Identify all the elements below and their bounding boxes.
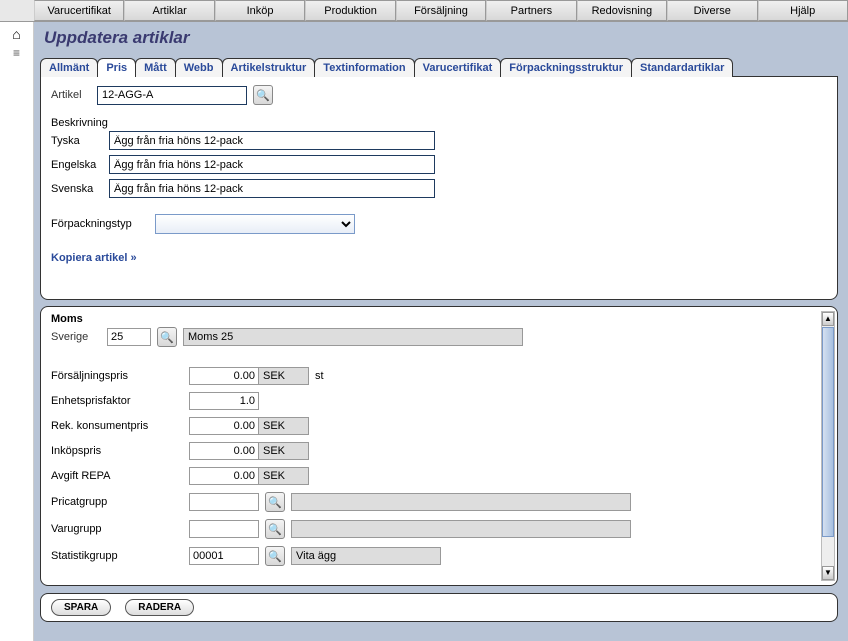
forsaljningspris-currency: SEK (259, 367, 309, 385)
tyska-label: Tyska (51, 135, 109, 147)
menu-produktion[interactable]: Produktion (305, 0, 395, 21)
menu-varucertifikat[interactable]: Varucertifikat (34, 0, 124, 21)
beskrivning-label: Beskrivning (51, 117, 827, 129)
menu-artiklar[interactable]: Artiklar (124, 0, 214, 21)
pricatgrupp-search-button[interactable]: 🔍 (265, 492, 285, 512)
left-sidebar: ⌂ ≡ (0, 22, 34, 641)
forsaljningspris-label: Försäljningspris (51, 370, 189, 382)
avgift-repa-input[interactable] (189, 467, 259, 485)
forpackningstyp-label: Förpackningstyp (51, 218, 155, 230)
artikel-input[interactable] (97, 86, 247, 105)
pricatgrupp-input[interactable] (189, 493, 259, 511)
statistikgrupp-input[interactable] (189, 547, 259, 565)
forsaljningspris-input[interactable] (189, 367, 259, 385)
moms-header: Moms (51, 313, 819, 325)
button-bar: SPARA RADERA (40, 593, 838, 622)
enhetsprisfaktor-input[interactable] (189, 392, 259, 410)
engelska-label: Engelska (51, 159, 109, 171)
enhetsprisfaktor-label: Enhetsprisfaktor (51, 395, 189, 407)
tab-forpackningsstruktur[interactable]: Förpackningsstruktur (500, 58, 632, 77)
list-icon[interactable]: ≡ (0, 46, 33, 60)
menu-hjalp[interactable]: Hjälp (758, 0, 848, 21)
panel-scrollbar[interactable]: ▲ ▼ (821, 311, 835, 581)
engelska-input[interactable] (109, 155, 435, 174)
tab-varucertifikat[interactable]: Varucertifikat (414, 58, 502, 77)
sverige-search-button[interactable]: 🔍 (157, 327, 177, 347)
artikel-search-button[interactable]: 🔍 (253, 85, 273, 105)
artikel-label: Artikel (51, 89, 97, 101)
search-icon: 🔍 (268, 523, 282, 536)
tab-pris[interactable]: Pris (97, 58, 136, 77)
menu-diverse[interactable]: Diverse (667, 0, 757, 21)
rek-konsumentpris-currency: SEK (259, 417, 309, 435)
menu-forsaljning[interactable]: Försäljning (396, 0, 486, 21)
varugrupp-display (291, 520, 631, 538)
menu-inkop[interactable]: Inköp (215, 0, 305, 21)
tab-textinformation[interactable]: Textinformation (314, 58, 414, 77)
rek-konsumentpris-label: Rek. konsumentpris (51, 420, 189, 432)
menu-partners[interactable]: Partners (486, 0, 576, 21)
article-panel: Artikel 🔍 Beskrivning Tyska Engelska Sve… (40, 76, 838, 300)
pricatgrupp-display (291, 493, 631, 511)
tab-webb[interactable]: Webb (175, 58, 223, 77)
search-icon: 🔍 (268, 550, 282, 563)
inkopspris-currency: SEK (259, 442, 309, 460)
content-area: Uppdatera artiklar Allmänt Pris Mått Web… (34, 22, 848, 641)
spara-button[interactable]: SPARA (51, 599, 111, 616)
pricatgrupp-label: Pricatgrupp (51, 496, 189, 508)
statistikgrupp-display: Vita ägg (291, 547, 441, 565)
sverige-display: Moms 25 (183, 328, 523, 346)
svenska-label: Svenska (51, 183, 109, 195)
avgift-repa-currency: SEK (259, 467, 309, 485)
svenska-input[interactable] (109, 179, 435, 198)
forsaljningspris-unit: st (315, 370, 324, 382)
inkopspris-input[interactable] (189, 442, 259, 460)
menu-bar: Varucertifikat Artiklar Inköp Produktion… (0, 0, 848, 22)
forpackningstyp-select[interactable] (155, 214, 355, 234)
scroll-thumb[interactable] (822, 327, 834, 537)
menu-redovisning[interactable]: Redovisning (577, 0, 667, 21)
sverige-label: Sverige (51, 331, 107, 343)
inkopspris-label: Inköpspris (51, 445, 189, 457)
page-title: Uppdatera artiklar (40, 28, 838, 48)
search-icon: 🔍 (160, 331, 174, 344)
scroll-down-icon[interactable]: ▼ (822, 566, 834, 580)
search-icon: 🔍 (256, 89, 270, 102)
home-icon[interactable]: ⌂ (0, 26, 33, 42)
kopiera-artikel-link[interactable]: Kopiera artikel » (51, 252, 137, 264)
scroll-up-icon[interactable]: ▲ (822, 312, 834, 326)
varugrupp-search-button[interactable]: 🔍 (265, 519, 285, 539)
statistikgrupp-label: Statistikgrupp (51, 550, 189, 562)
tab-standardartiklar[interactable]: Standardartiklar (631, 58, 733, 77)
varugrupp-label: Varugrupp (51, 523, 189, 535)
search-icon: 🔍 (268, 496, 282, 509)
statistikgrupp-search-button[interactable]: 🔍 (265, 546, 285, 566)
avgift-repa-label: Avgift REPA (51, 470, 189, 482)
tab-strip: Allmänt Pris Mått Webb Artikelstruktur T… (40, 58, 838, 77)
rek-konsumentpris-input[interactable] (189, 417, 259, 435)
sverige-code-input[interactable] (107, 328, 151, 346)
varugrupp-input[interactable] (189, 520, 259, 538)
radera-button[interactable]: RADERA (125, 599, 194, 616)
tab-artikelstruktur[interactable]: Artikelstruktur (222, 58, 316, 77)
tyska-input[interactable] (109, 131, 435, 150)
tab-allmant[interactable]: Allmänt (40, 58, 98, 77)
tab-matt[interactable]: Mått (135, 58, 176, 77)
price-panel: Moms Sverige 🔍 Moms 25 Försäljningspris … (40, 306, 838, 586)
